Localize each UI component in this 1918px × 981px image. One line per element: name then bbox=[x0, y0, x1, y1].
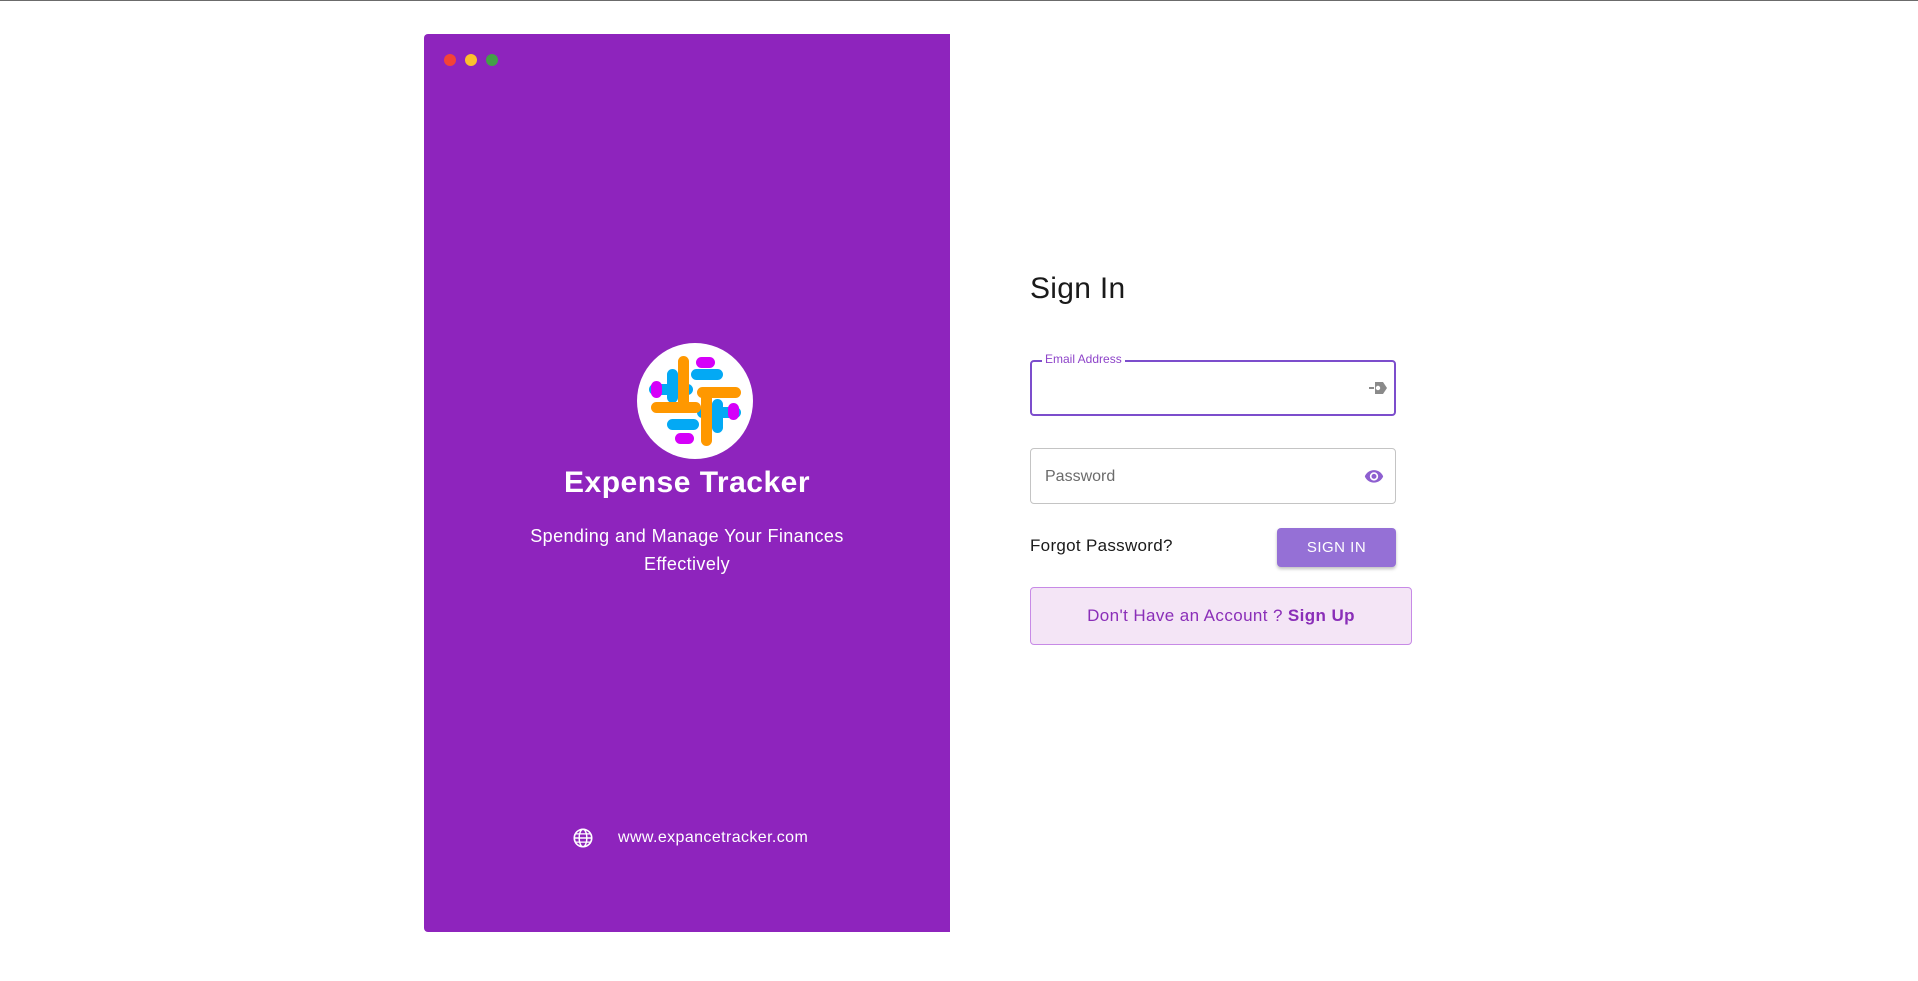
email-field[interactable]: Email Address bbox=[1030, 352, 1396, 416]
app-title: Expense Tracker bbox=[564, 466, 810, 499]
close-dot[interactable] bbox=[444, 54, 456, 66]
password-field[interactable] bbox=[1030, 448, 1396, 505]
app-logo bbox=[637, 343, 753, 459]
website-row[interactable]: www.expancetracker.com bbox=[572, 827, 808, 849]
minimize-dot[interactable] bbox=[465, 54, 477, 66]
sign-in-button[interactable]: SIGN IN bbox=[1277, 528, 1396, 567]
signup-banner: Don't Have an Account ? Sign Up bbox=[1030, 587, 1412, 645]
eye-icon[interactable] bbox=[1363, 466, 1385, 486]
globe-icon bbox=[573, 828, 593, 848]
maximize-dot[interactable] bbox=[486, 54, 498, 66]
window-controls bbox=[444, 54, 498, 66]
signup-link[interactable]: Sign Up bbox=[1288, 606, 1355, 626]
app-tagline: Spending and Manage Your Finances Effect… bbox=[530, 526, 844, 574]
app-logo-icon bbox=[649, 356, 741, 446]
email-input[interactable] bbox=[1044, 362, 1348, 416]
forgot-password-link[interactable]: Forgot Password? bbox=[1030, 536, 1173, 556]
website-link[interactable]: www.expancetracker.com bbox=[618, 829, 808, 847]
signup-prompt: Don't Have an Account ? bbox=[1087, 606, 1283, 625]
autofill-key-icon[interactable] bbox=[1368, 379, 1388, 397]
top-divider bbox=[0, 0, 1918, 1]
password-input[interactable] bbox=[1043, 449, 1347, 505]
page-title: Sign In bbox=[1030, 272, 1126, 305]
brand-panel: Expense Tracker Spending and Manage Your… bbox=[424, 34, 950, 932]
